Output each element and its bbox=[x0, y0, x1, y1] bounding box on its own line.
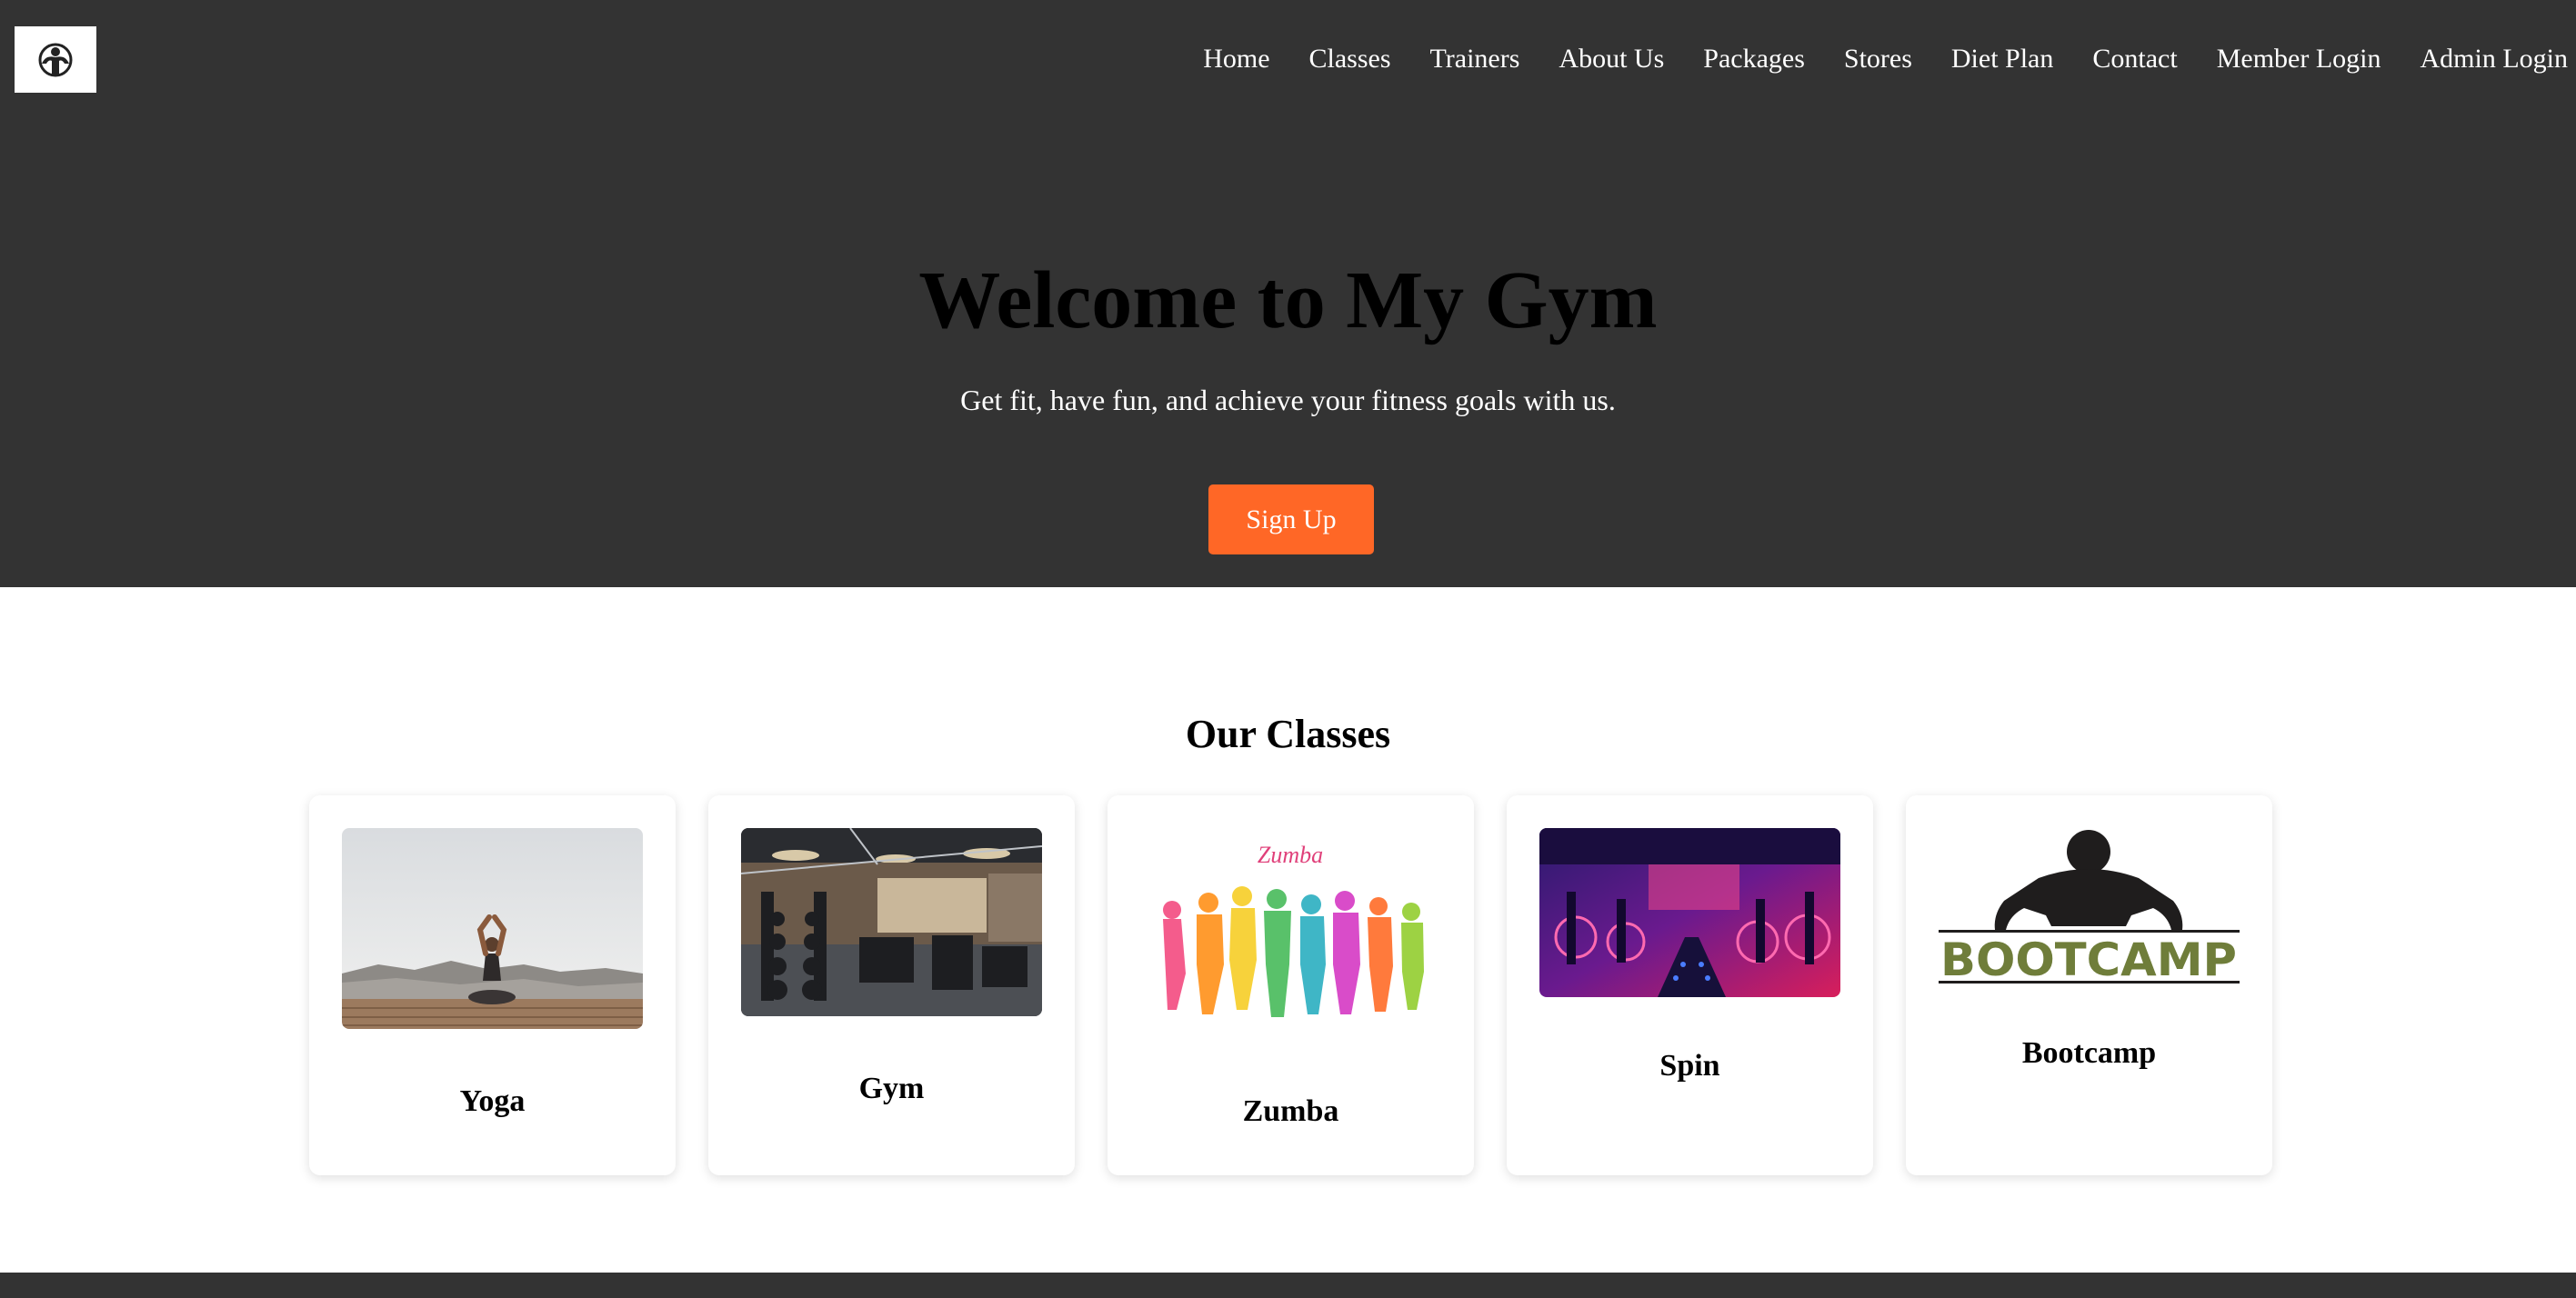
class-name: Gym bbox=[858, 1072, 925, 1105]
nav-member-login[interactable]: Member Login bbox=[2217, 44, 2381, 75]
hero-title: Welcome to My Gym bbox=[918, 255, 1658, 345]
class-card-gym[interactable]: Gym bbox=[708, 795, 1075, 1175]
class-card-bootcamp[interactable]: BOOTCAMP Bootcamp bbox=[1906, 795, 2272, 1175]
nav-admin-login[interactable]: Admin Login bbox=[2421, 44, 2569, 75]
classes-title: Our Classes bbox=[1185, 712, 1391, 756]
class-card-spin[interactable]: Spin bbox=[1507, 795, 1873, 1175]
gym-interior-photo bbox=[741, 828, 1042, 1016]
nav-home[interactable]: Home bbox=[1203, 44, 1269, 75]
gym-logo-icon bbox=[38, 43, 73, 76]
nav-trainers[interactable]: Trainers bbox=[1430, 44, 1520, 75]
class-name: Spin bbox=[1659, 1049, 1720, 1083]
main-nav: Home Classes Trainers About Us Packages … bbox=[1203, 44, 2568, 75]
bootcamp-logo: BOOTCAMP bbox=[1939, 828, 2240, 987]
site-logo[interactable] bbox=[15, 26, 96, 93]
bootcamp-logo-text: BOOTCAMP bbox=[1940, 934, 2237, 986]
yoga-photo bbox=[342, 828, 643, 1029]
sign-up-button[interactable]: Sign Up bbox=[1208, 484, 1374, 554]
nav-contact[interactable]: Contact bbox=[2092, 44, 2177, 75]
hero-section: Home Classes Trainers About Us Packages … bbox=[0, 0, 2576, 587]
zumba-logo-text: Zumba bbox=[1258, 842, 1323, 868]
zumba-dancers-illustration: Zumba bbox=[1140, 828, 1441, 1051]
nav-stores[interactable]: Stores bbox=[1844, 44, 1912, 75]
hero-subtitle: Get fit, have fun, and achieve your fitn… bbox=[960, 384, 1616, 416]
footer-bar bbox=[0, 1273, 2576, 1298]
class-card-yoga[interactable]: Yoga bbox=[309, 795, 676, 1175]
nav-diet-plan[interactable]: Diet Plan bbox=[1951, 44, 2054, 75]
class-name: Zumba bbox=[1242, 1094, 1339, 1128]
class-name: Bootcamp bbox=[2021, 1036, 2157, 1070]
class-name: Yoga bbox=[459, 1084, 526, 1118]
class-card-zumba[interactable]: Zumba Zumba bbox=[1108, 795, 1474, 1175]
nav-classes[interactable]: Classes bbox=[1309, 44, 1391, 75]
spin-studio-photo bbox=[1539, 828, 1840, 997]
nav-about-us[interactable]: About Us bbox=[1559, 44, 1664, 75]
nav-packages[interactable]: Packages bbox=[1703, 44, 1805, 75]
